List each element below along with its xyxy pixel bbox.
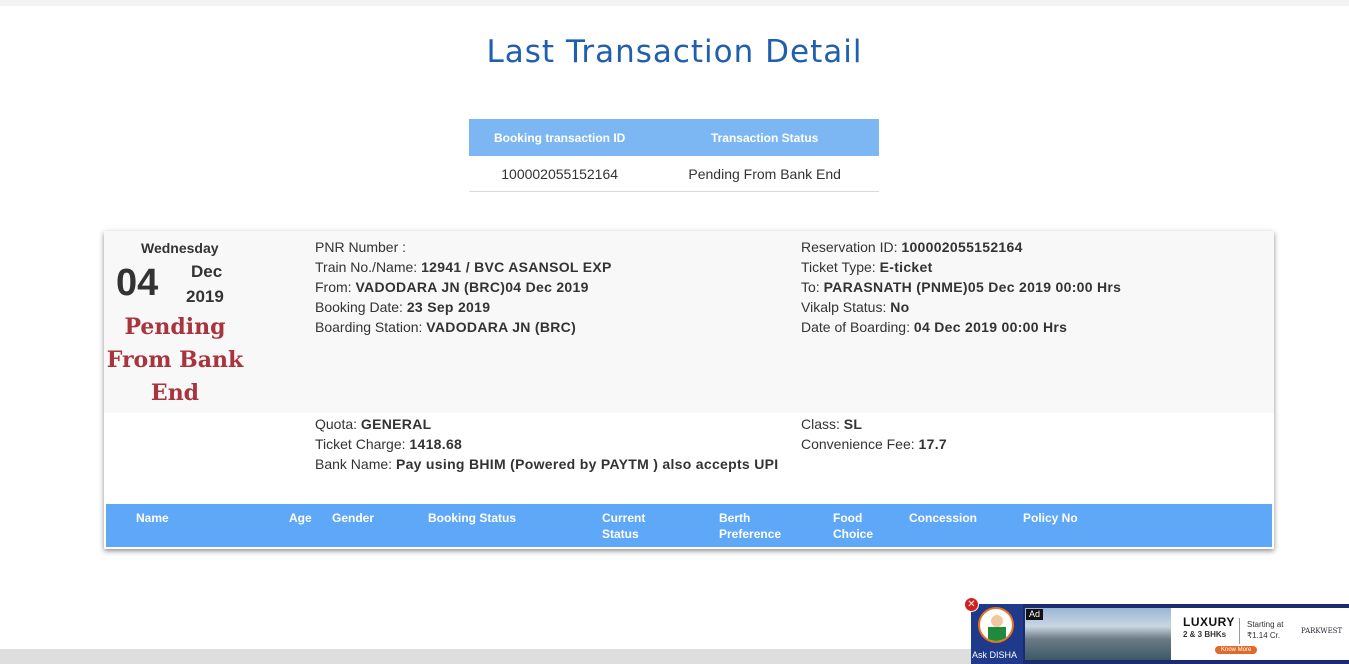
ticket-charge-label: Ticket Charge: [315,436,406,452]
col-gender: Gender [332,511,375,525]
ticket-details-left: PNR Number : Train No./Name: 12941 / BVC… [315,237,785,337]
disha-avatar-icon [978,607,1014,643]
close-ad-icon[interactable]: ✕ [964,597,979,612]
convenience-fee-row: Convenience Fee: 17.7 [801,434,1251,454]
ad-headline: LUXURY [1183,615,1235,629]
boarding-station-label: Boarding Station: [315,319,423,335]
col-concession: Concession [909,511,978,525]
ticket-type-row: Ticket Type: E-ticket [801,257,1251,277]
vikalp-row: Vikalp Status: No [801,297,1251,317]
ticket-status-stamp: Pending From Bank End [106,314,244,406]
booking-date-row: Booking Date: 23 Sep 2019 [315,297,785,317]
transaction-table: Booking transaction ID Transaction Statu… [469,119,879,192]
fare-details-right: Class: SL Convenience Fee: 17.7 [801,414,1251,454]
booking-date-value: 23 Sep 2019 [406,299,491,315]
boarding-station-row: Boarding Station: VADODARA JN (BRC) [315,317,785,337]
to-label: To: [801,279,820,295]
col-name: Name [136,511,169,525]
journey-year: 2019 [186,287,224,306]
train-value: 12941 / BVC ASANSOL EXP [421,259,612,275]
class-label: Class: [801,416,840,432]
train-label: Train No./Name: [315,259,418,275]
ad-brand-logo: PARKWEST [1301,627,1343,635]
journey-month: Dec [191,262,223,281]
bank-name-label: Bank Name: [315,456,393,472]
top-strip [0,0,1349,6]
table-row: 100002055152164 Pending From Bank End [469,156,879,192]
convenience-fee-label: Convenience Fee: [801,436,915,452]
from-value: VADODARA JN (BRC)04 Dec 2019 [355,279,589,295]
to-row: To: PARASNATH (PNME)05 Dec 2019 00:00 Hr… [801,277,1251,297]
ticket-charge-row: Ticket Charge: 1418.68 [315,434,785,454]
advertisement[interactable]: Ask DISHA Ad LUXURY 2 & 3 BHKs Starting … [971,604,1349,664]
from-row: From: VADODARA JN (BRC)04 Dec 2019 [315,277,785,297]
to-value: PARASNATH (PNME)05 Dec 2019 00:00 Hrs [823,279,1122,295]
vikalp-value: No [890,299,910,315]
ad-know-more-button[interactable]: Know More [1215,646,1258,654]
booking-date-label: Booking Date: [315,299,403,315]
ad-building-image [1025,608,1171,660]
ad-subheadline: 2 & 3 BHKs [1183,630,1227,639]
ticket-card: Wednesday 04 Dec 2019 Pending From Bank … [104,231,1274,549]
reservation-id-value: 100002055152164 [901,239,1023,255]
quota-label: Quota: [315,416,358,432]
col-berth-preference: Berth Preference [719,511,782,541]
col-booking-status: Booking Status [428,511,517,525]
col-age: Age [289,511,312,525]
ask-disha-label: Ask DISHA [972,650,1018,660]
bank-name-value: Pay using BHIM (Powered by PAYTM ) also … [395,456,779,472]
bank-name-row: Bank Name: Pay using BHIM (Powered by PA… [315,454,785,474]
ticket-type-value: E-ticket [879,259,933,275]
reservation-id-row: Reservation ID: 100002055152164 [801,237,1251,257]
col-policy-no: Policy No [1023,511,1078,525]
quota-row: Quota: GENERAL [315,414,785,434]
class-value: SL [843,416,863,432]
train-row: Train No./Name: 12941 / BVC ASANSOL EXP [315,257,785,277]
date-of-boarding-row: Date of Boarding: 04 Dec 2019 00:00 Hrs [801,317,1251,337]
txn-id-header: Booking transaction ID [469,119,651,156]
reservation-id-label: Reservation ID: [801,239,898,255]
ticket-details-right: Reservation ID: 100002055152164 Ticket T… [801,237,1251,337]
journey-day-number: 04 [116,262,159,304]
ticket-type-label: Ticket Type: [801,259,876,275]
col-food-choice: Food Choice [833,511,874,541]
journey-day-name: Wednesday [141,240,219,256]
date-of-boarding-label: Date of Boarding: [801,319,910,335]
convenience-fee-value: 17.7 [918,436,947,452]
quota-value: GENERAL [360,416,432,432]
ad-price: Starting at ₹1.14 Cr. [1247,620,1284,640]
txn-status-header: Transaction Status [650,119,879,156]
txn-status-cell: Pending From Bank End [650,156,879,192]
passenger-table-header: Name Age Gender Booking Status Current S… [106,504,1272,547]
page-title: Last Transaction Detail [486,34,863,70]
pnr-label: PNR Number : [315,239,407,255]
pnr-row: PNR Number : [315,237,785,257]
fare-details-left: Quota: GENERAL Ticket Charge: 1418.68 Ba… [315,414,785,474]
col-current-status: Current Status [602,511,646,541]
boarding-station-value: VADODARA JN (BRC) [426,319,577,335]
ad-divider [1239,618,1240,644]
ad-tag: Ad [1026,609,1044,620]
txn-id-cell: 100002055152164 [469,156,651,192]
date-of-boarding-value: 04 Dec 2019 00:00 Hrs [913,319,1068,335]
ad-banner[interactable]: Ad LUXURY 2 & 3 BHKs Starting at ₹1.14 C… [1025,608,1349,660]
class-row: Class: SL [801,414,1251,434]
from-label: From: [315,279,352,295]
ticket-charge-value: 1418.68 [409,436,463,452]
ask-disha-button[interactable]: Ask DISHA [971,604,1023,664]
vikalp-label: Vikalp Status: [801,299,887,315]
